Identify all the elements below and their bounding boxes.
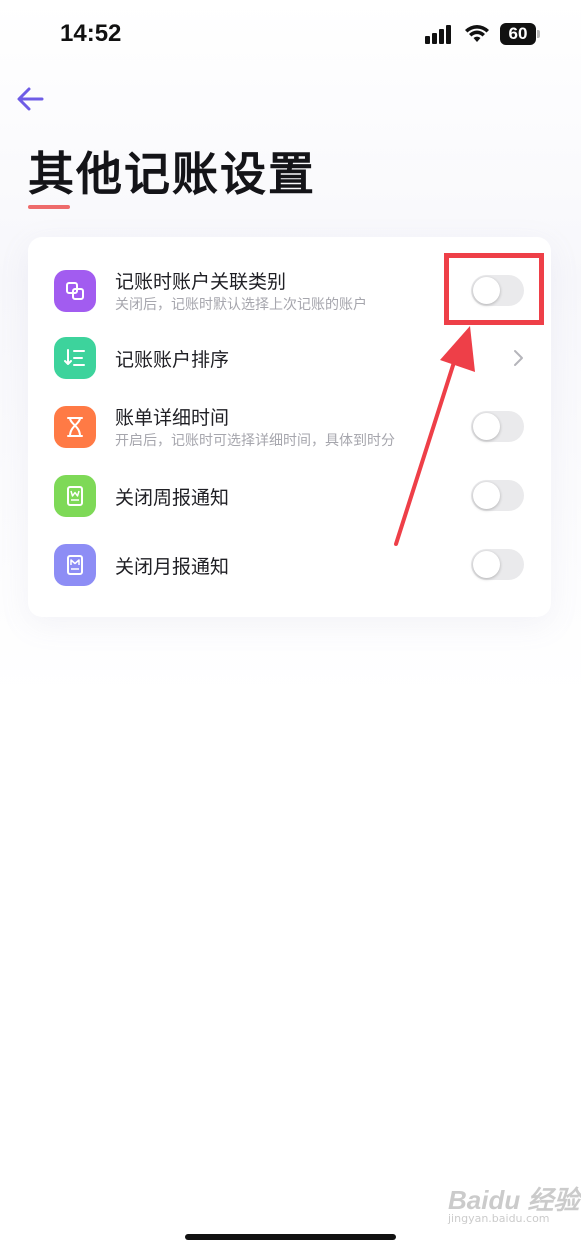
sort-list-icon bbox=[54, 337, 96, 379]
monthly-report-toggle[interactable] bbox=[471, 549, 524, 580]
status-time: 14:52 bbox=[60, 20, 122, 47]
toggle-knob bbox=[473, 551, 500, 578]
battery-icon: 60 bbox=[500, 23, 536, 45]
status-bar: 14:52 60 bbox=[0, 0, 581, 70]
weekly-report-icon bbox=[54, 475, 96, 517]
battery-tip bbox=[537, 30, 540, 38]
setting-subtitle: 开启后，记账时可选择详细时间，具体到时分 bbox=[115, 433, 395, 449]
wifi-icon bbox=[465, 25, 489, 42]
setting-title: 记账时账户关联类别 bbox=[115, 271, 287, 293]
title-underline bbox=[28, 205, 70, 209]
annotation-highlight-box bbox=[444, 253, 544, 325]
setting-title: 记账账户排序 bbox=[115, 349, 230, 371]
home-indicator bbox=[185, 1234, 396, 1240]
watermark-url: jingyan.baidu.com bbox=[448, 1212, 550, 1225]
arrow-left-icon[interactable] bbox=[14, 84, 48, 114]
page-title: 其他记账设置 bbox=[28, 147, 316, 201]
monthly-report-icon bbox=[54, 544, 96, 586]
chevron-right-icon[interactable] bbox=[512, 348, 526, 368]
setting-subtitle: 关闭后，记账时默认选择上次记账的账户 bbox=[115, 297, 367, 313]
setting-title: 关闭月报通知 bbox=[115, 556, 230, 578]
setting-title: 关闭周报通知 bbox=[115, 487, 230, 509]
setting-title: 账单详细时间 bbox=[115, 407, 230, 429]
watermark: Baidu 经验 jingyan.baidu.com bbox=[440, 1180, 579, 1230]
signal-icon bbox=[425, 24, 455, 44]
annotation-arrow-icon bbox=[394, 326, 475, 546]
link-squares-icon bbox=[54, 270, 96, 312]
hourglass-icon bbox=[54, 406, 96, 448]
